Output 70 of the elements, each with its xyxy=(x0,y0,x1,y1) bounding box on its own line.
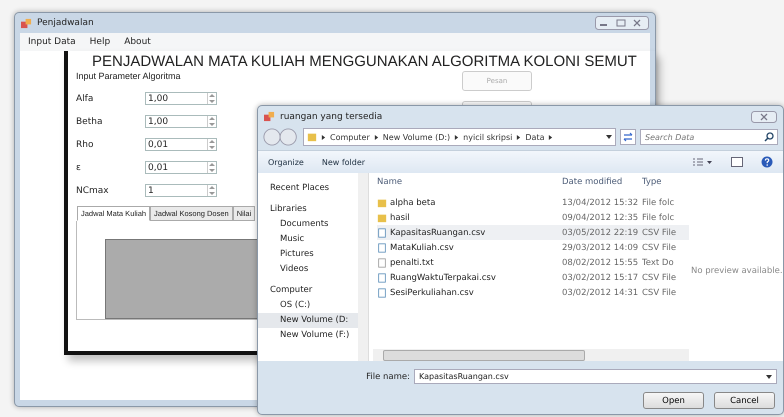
dropdown-icon[interactable] xyxy=(606,134,612,140)
column-header[interactable]: Date modified xyxy=(562,177,642,187)
preview-pane-icon[interactable] xyxy=(731,157,743,167)
refresh-icon[interactable] xyxy=(620,129,636,145)
search-field[interactable]: Search Data xyxy=(640,129,778,145)
column-header[interactable]: Type xyxy=(642,177,682,187)
heading: PENJADWALAN MATA KULIAH MENGGUNAKAN ALGORITMA KOLONI SEMUT xyxy=(91,52,638,71)
spin-field[interactable]: 0,01 xyxy=(145,161,217,174)
spin-field[interactable]: 1,00 xyxy=(145,115,217,128)
scrollbar[interactable] xyxy=(373,349,689,361)
nav-item[interactable]: Documents xyxy=(258,217,358,232)
view-icon[interactable] xyxy=(693,157,713,167)
param-label: Rho xyxy=(76,140,94,150)
spin-field[interactable]: 1 xyxy=(145,184,217,197)
file-row[interactable]: MataKuliah.csv 29/03/2012 14:09 CSV File xyxy=(377,240,689,255)
search-icon xyxy=(764,132,774,142)
help-icon[interactable] xyxy=(761,156,773,168)
window-title: Penjadwalan xyxy=(37,18,94,28)
spin-field[interactable]: 1,00 xyxy=(145,92,217,105)
file-row[interactable]: RuangWaktuTerpakai.csv 03/02/2012 15:17 CSV File xyxy=(377,270,689,285)
nav-item[interactable]: New Volume (D: xyxy=(258,313,358,328)
file-name-field[interactable]: KapasitasRuangan.csv xyxy=(414,369,777,384)
window-controls-icon[interactable] xyxy=(595,16,649,30)
param-label: NCmax xyxy=(76,186,110,196)
menu-item[interactable]: About xyxy=(124,37,151,47)
app-icon xyxy=(264,111,275,122)
close-icon[interactable] xyxy=(751,110,777,122)
section-label: Input Parameter Algoritma xyxy=(76,71,182,81)
folder-icon xyxy=(307,132,317,142)
param-label: ε xyxy=(76,162,82,172)
chevron-icon[interactable] xyxy=(516,134,522,140)
file-row[interactable]: KapasitasRuangan.csv 03/05/2012 22:19 CSV File xyxy=(377,225,689,240)
menu-item[interactable]: Help xyxy=(90,37,110,47)
chevron-icon[interactable] xyxy=(454,134,460,140)
nav-item[interactable]: Videos xyxy=(258,262,358,277)
spinner-arrows-icon[interactable] xyxy=(207,162,216,173)
chevron-icon[interactable] xyxy=(374,134,379,140)
toolbar-button[interactable]: New folder xyxy=(322,158,366,166)
address-bar[interactable]: Computer New Volume (D:) nyicil skripsi Data xyxy=(303,128,616,146)
app-icon xyxy=(21,18,32,28)
dropdown-icon[interactable] xyxy=(766,374,772,380)
chevron-icon[interactable] xyxy=(548,134,554,140)
spinner-arrows-icon[interactable] xyxy=(207,116,216,127)
nav-item[interactable]: Music xyxy=(258,232,358,247)
spinner-arrows-icon[interactable] xyxy=(207,93,216,104)
spinner-arrows-icon[interactable] xyxy=(207,139,216,150)
nav-item[interactable]: Libraries xyxy=(258,202,358,217)
param-label: Alfa xyxy=(76,94,94,104)
nav-item[interactable]: New Volume (F:) xyxy=(258,328,358,343)
spinner-arrows-icon[interactable] xyxy=(207,185,216,196)
preview-message: No preview available. xyxy=(690,265,783,277)
nav-item[interactable]: OS (C:) xyxy=(258,298,358,313)
scrollbar[interactable] xyxy=(358,173,368,361)
file-name-label: File name: xyxy=(366,372,410,382)
file-row[interactable]: hasil 09/04/2012 12:35 File folc xyxy=(377,210,689,225)
nav-item[interactable]: Computer xyxy=(258,283,358,298)
chevron-icon[interactable] xyxy=(321,134,326,140)
nav-item[interactable]: Recent Places xyxy=(258,181,358,196)
param-label: Betha xyxy=(76,116,104,126)
toolbar-button[interactable]: Organize xyxy=(268,158,304,166)
menu-item[interactable]: Input Data xyxy=(28,37,76,47)
dialog-button[interactable]: Cancel xyxy=(714,392,775,409)
column-header[interactable]: Name xyxy=(377,177,562,187)
window-title: ruangan yang tersedia xyxy=(280,112,382,122)
nav-item[interactable]: Pictures xyxy=(258,247,358,262)
file-row[interactable]: SesiPerkuliahan.csv 03/02/2012 14:31 CSV File xyxy=(377,285,689,300)
spin-field[interactable]: 0,01 xyxy=(145,138,217,151)
dialog-button[interactable]: Open xyxy=(643,392,704,409)
file-row[interactable]: penalti.txt 08/02/2012 15:55 Text Do xyxy=(377,255,689,270)
file-row[interactable]: alpha beta 13/04/2012 15:32 File folc xyxy=(377,195,689,210)
